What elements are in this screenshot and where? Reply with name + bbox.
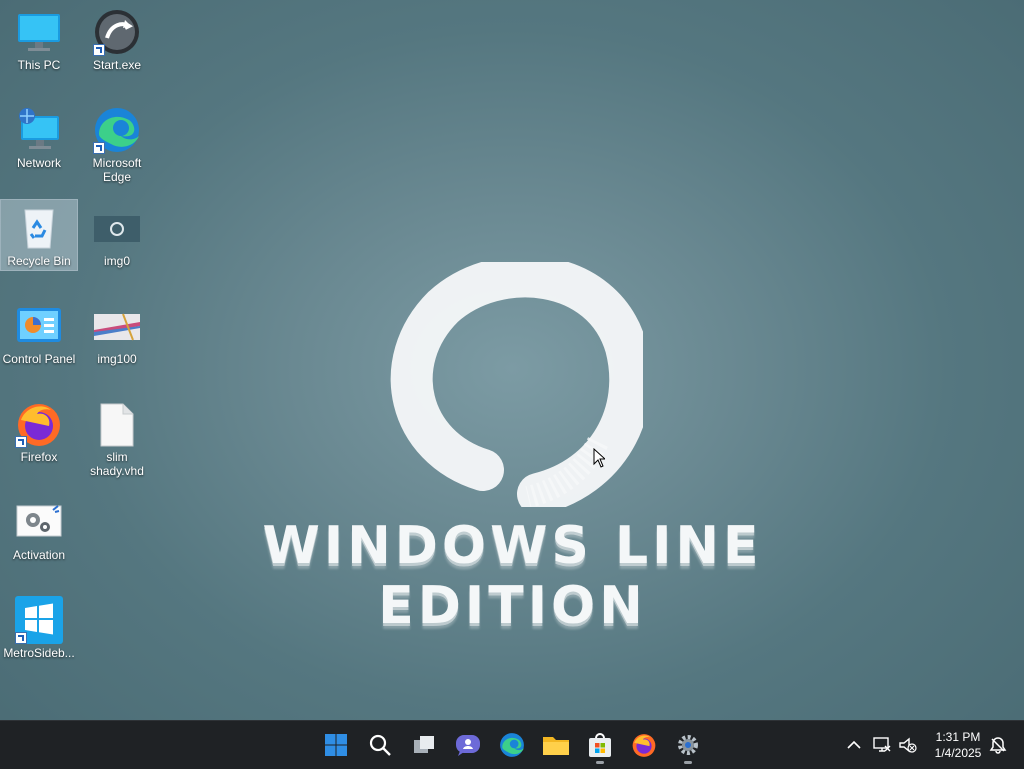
search-button[interactable]	[360, 725, 400, 765]
running-indicator	[684, 761, 692, 764]
file-explorer-icon	[543, 737, 569, 755]
desktop-icon-label: slim shady.vhd	[90, 450, 144, 478]
firefox-icon	[15, 400, 63, 448]
network-icon	[15, 106, 63, 154]
notification-bell-icon	[989, 737, 1007, 754]
desktop-icon-start-exe[interactable]: Start.exe	[79, 4, 155, 74]
running-indicator	[596, 761, 604, 764]
chevron-up-icon	[847, 740, 861, 749]
task-view-button[interactable]	[404, 725, 444, 765]
taskbar-edge-button[interactable]	[492, 725, 532, 765]
edge-icon	[93, 106, 141, 154]
clock-date: 1/4/2025	[934, 746, 982, 760]
desktop-icon-this-pc[interactable]: This PC	[1, 4, 77, 74]
desktop: This PC Network Recycle Bin Control Pane…	[0, 0, 1024, 720]
file-icon	[93, 400, 141, 448]
desktop-icon-label: Activation	[12, 548, 66, 562]
network-disconnected-icon	[873, 737, 891, 752]
desktop-icon-label: Control Panel	[2, 352, 76, 366]
image-file-icon	[93, 204, 141, 252]
shortcut-arrow-icon	[93, 44, 105, 56]
recycle-bin-icon	[15, 204, 63, 252]
shortcut-arrow-icon	[15, 436, 27, 448]
image-file-icon	[93, 302, 141, 350]
shortcut-arrow-icon	[93, 142, 105, 154]
desktop-icon-activation[interactable]: Activation	[1, 494, 77, 564]
control-panel-icon	[15, 302, 63, 350]
shortcut-arrow-icon	[15, 632, 27, 644]
edge-icon	[500, 733, 524, 757]
windows-start-icon	[325, 734, 347, 756]
desktop-icon-label: This PC	[17, 58, 61, 72]
notifications-button[interactable]	[986, 721, 1010, 769]
file-explorer-button[interactable]	[536, 725, 576, 765]
network-status-button[interactable]	[870, 721, 894, 769]
taskbar-clock[interactable]: 1:31 PM 1/4/2025	[925, 729, 991, 761]
store-icon	[589, 733, 611, 757]
search-icon	[369, 734, 391, 756]
desktop-icon-label: Start.exe	[92, 58, 142, 72]
start-button[interactable]	[316, 725, 356, 765]
desktop-icon-label: img0	[103, 254, 130, 268]
desktop-icon-recycle-bin[interactable]: Recycle Bin	[0, 199, 78, 271]
settings-icon	[678, 735, 698, 755]
wallpaper-enso-circle	[390, 262, 643, 507]
chat-button[interactable]	[448, 725, 488, 765]
monitor-icon	[15, 8, 63, 56]
desktop-icon-img100[interactable]: img100	[79, 298, 155, 368]
show-hidden-icons-button[interactable]	[842, 721, 866, 769]
desktop-icon-control-panel[interactable]: Control Panel	[1, 298, 77, 368]
desktop-icon-slim-shady-vhd[interactable]: slim shady.vhd	[79, 396, 155, 478]
desktop-icon-label: Firefox	[20, 450, 58, 464]
taskbar-firefox-button[interactable]	[624, 725, 664, 765]
windows-logo-icon	[15, 596, 63, 644]
desktop-icon-label: img100	[97, 352, 137, 366]
wallpaper-title: WINDOWS LINE EDITION	[262, 516, 763, 636]
desktop-icon-firefox[interactable]: Firefox	[1, 396, 77, 466]
mouse-cursor-icon	[593, 448, 605, 468]
firefox-icon	[632, 734, 656, 757]
clock-time: 1:31 PM	[935, 730, 981, 744]
taskbar: 1:31 PM 1/4/2025	[0, 720, 1024, 769]
volume-button[interactable]	[896, 721, 920, 769]
desktop-icon-microsoft-edge[interactable]: Microsoft Edge	[79, 102, 155, 184]
desktop-icon-img0[interactable]: img0	[79, 200, 155, 270]
volume-muted-icon	[899, 737, 917, 753]
desktop-icon-label: Recycle Bin	[7, 254, 71, 268]
chat-icon	[456, 735, 480, 756]
desktop-icon-label: MetroSideb...	[3, 646, 75, 660]
desktop-icon-label: Network	[16, 156, 61, 170]
activation-icon	[15, 498, 63, 546]
store-button[interactable]	[580, 725, 620, 765]
start-exe-icon	[93, 8, 141, 56]
task-view-icon	[414, 736, 434, 753]
desktop-icon-network[interactable]: Network	[1, 102, 77, 172]
settings-button[interactable]	[668, 725, 708, 765]
desktop-icon-metrosidebar[interactable]: MetroSideb...	[1, 592, 77, 662]
desktop-icon-label: Microsoft Edge	[92, 156, 142, 184]
